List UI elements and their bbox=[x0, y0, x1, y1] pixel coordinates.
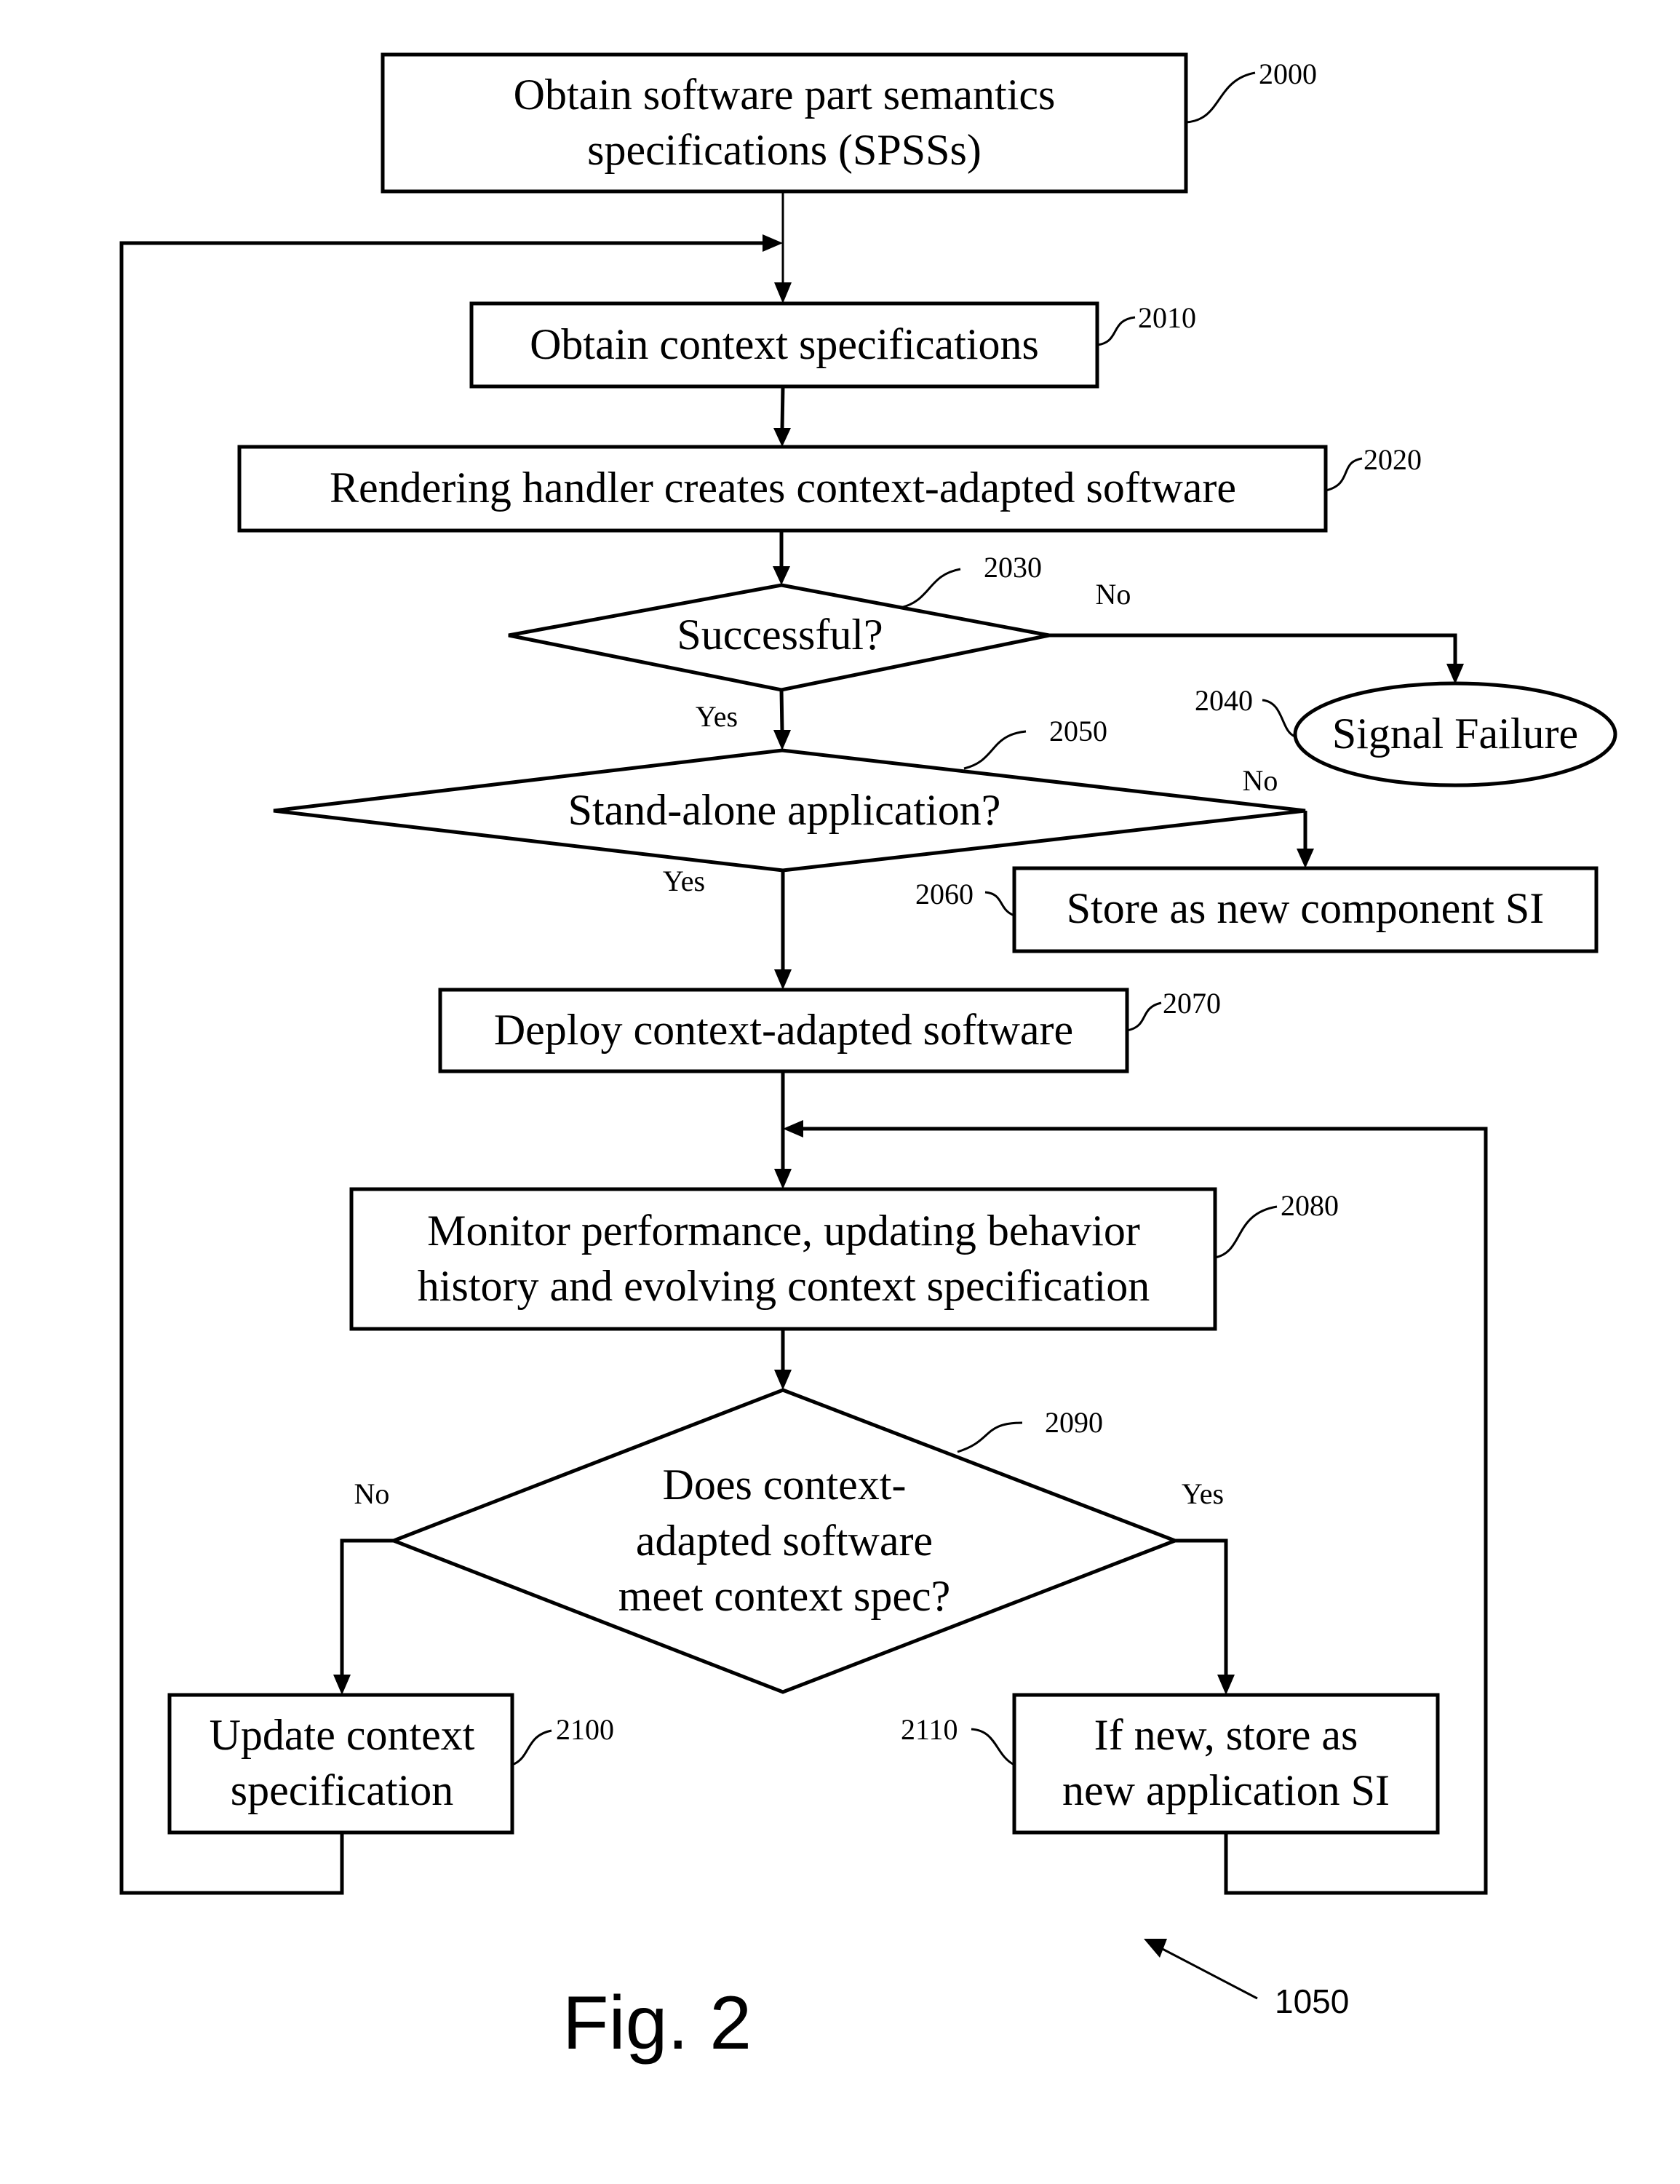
reference-leader-line bbox=[957, 1421, 1023, 1453]
reference-leader-line bbox=[1126, 1001, 1162, 1032]
reference-leader-line bbox=[984, 891, 1015, 917]
node-text-line-1: Deploy context-adapted software bbox=[494, 1006, 1073, 1054]
node-text-line-1: Update context bbox=[210, 1711, 475, 1759]
reference-leader-line bbox=[1325, 457, 1363, 492]
node-text-line-2: specifications (SPSSs) bbox=[587, 126, 982, 174]
node-text-line-1: Stand-alone application? bbox=[568, 786, 1001, 834]
figure-reference-arrow-line bbox=[1156, 1945, 1258, 2000]
decision-2030-successful: Successful? 2030 No Yes bbox=[508, 551, 1131, 733]
figure-caption: Fig. 2 bbox=[562, 1981, 752, 2065]
branch-label-yes: Yes bbox=[696, 700, 738, 733]
arrowhead-icon bbox=[773, 730, 791, 750]
node-text-line-2: specification bbox=[231, 1766, 454, 1814]
arrowhead-icon bbox=[783, 1120, 803, 1137]
node-2080-monitor-performance: Monitor performance, updating behavior h… bbox=[349, 1187, 1339, 1331]
reference-leader-line bbox=[1096, 316, 1136, 346]
connector-2030-yes-2050 bbox=[779, 689, 784, 732]
branch-label-no: No bbox=[1243, 764, 1278, 797]
node-text-line-3: meet context spec? bbox=[618, 1572, 950, 1620]
figure-reference-number: 1050 bbox=[1275, 1982, 1349, 2020]
reference-number: 2090 bbox=[1045, 1406, 1103, 1439]
node-text-line-1: Rendering handler creates context-adapte… bbox=[330, 464, 1236, 512]
figure-reference: 1050 bbox=[1144, 1939, 1349, 2020]
reference-number: 2080 bbox=[1281, 1189, 1339, 1222]
reference-leader-line bbox=[1262, 699, 1296, 738]
node-text-line-2: adapted software bbox=[636, 1517, 933, 1565]
node-text-line-1: If new, store as bbox=[1094, 1711, 1358, 1759]
node-text-line-1: Successful? bbox=[677, 611, 883, 659]
reference-leader-line bbox=[511, 1729, 552, 1766]
branch-label-no: No bbox=[354, 1477, 390, 1510]
reference-leader-line bbox=[1185, 71, 1256, 124]
node-text-line-1: Obtain context specifications bbox=[530, 320, 1039, 368]
reference-number: 2050 bbox=[1049, 715, 1107, 747]
flowchart: Obtain software part semantics specifica… bbox=[119, 52, 1617, 2065]
reference-number: 2110 bbox=[901, 1713, 958, 1746]
arrowhead-icon bbox=[1144, 1939, 1167, 1958]
connector-2090-no-2100 bbox=[340, 1538, 394, 1676]
node-2060-store-component: Store as new component SI 2060 bbox=[915, 866, 1599, 953]
connector-2090-yes-2110 bbox=[1175, 1538, 1228, 1676]
branch-label-no: No bbox=[1096, 578, 1131, 611]
node-2010-obtain-context: Obtain context specifications 2010 bbox=[469, 301, 1196, 389]
node-text-line-1: Monitor performance, updating behavior bbox=[427, 1207, 1140, 1255]
reference-leader-line bbox=[971, 1728, 1015, 1766]
node-text-line-2: history and evolving context specificati… bbox=[418, 1262, 1150, 1310]
reference-number: 2100 bbox=[556, 1713, 614, 1746]
arrowhead-icon bbox=[1217, 1675, 1235, 1695]
reference-number: 2010 bbox=[1138, 301, 1196, 334]
connector-2030-no-2040 bbox=[1049, 633, 1457, 665]
arrowhead-icon bbox=[773, 566, 790, 585]
arrowhead-icon bbox=[333, 1675, 351, 1695]
node-text-line-1: Signal Failure bbox=[1332, 710, 1578, 758]
arrowhead-icon bbox=[773, 428, 791, 447]
node-2110-store-application: If new, store as new application SI 2110 bbox=[901, 1693, 1440, 1835]
arrowhead-icon bbox=[774, 1169, 792, 1189]
branch-label-yes: Yes bbox=[663, 865, 705, 897]
reference-number: 2070 bbox=[1163, 987, 1221, 1020]
arrowhead-icon bbox=[1446, 664, 1464, 684]
node-2070-deploy: Deploy context-adapted software 2070 bbox=[438, 987, 1221, 1073]
decision-2090-meets-context-spec: Does context- adapted software meet cont… bbox=[354, 1388, 1224, 1694]
branch-label-yes: Yes bbox=[1182, 1477, 1224, 1510]
reference-leader-line bbox=[900, 568, 961, 609]
node-2100-update-context: Update context specification 2100 bbox=[167, 1693, 614, 1835]
connector-2010-2020 bbox=[780, 386, 785, 430]
node-2020-rendering-handler: Rendering handler creates context-adapte… bbox=[237, 443, 1422, 533]
reference-number: 2040 bbox=[1195, 684, 1253, 717]
node-2000-obtain-spss: Obtain software part semantics specifica… bbox=[381, 52, 1317, 194]
reference-number: 2030 bbox=[984, 551, 1042, 584]
arrowhead-icon bbox=[1297, 849, 1314, 868]
reference-number: 2020 bbox=[1363, 443, 1422, 476]
arrowhead-icon bbox=[774, 282, 792, 303]
node-text-line-1: Does context- bbox=[663, 1461, 907, 1509]
reference-number: 2060 bbox=[915, 878, 974, 910]
node-text-line-1: Obtain software part semantics bbox=[514, 71, 1056, 119]
node-text-line-1: Store as new component SI bbox=[1067, 884, 1545, 932]
arrowhead-icon bbox=[763, 234, 783, 252]
arrowhead-icon bbox=[774, 969, 792, 990]
reference-leader-line bbox=[1214, 1205, 1278, 1259]
reference-number: 2000 bbox=[1259, 57, 1317, 90]
node-text-line-2: new application SI bbox=[1062, 1766, 1390, 1814]
arrowhead-icon bbox=[774, 1370, 792, 1390]
reference-leader-line bbox=[963, 730, 1027, 770]
